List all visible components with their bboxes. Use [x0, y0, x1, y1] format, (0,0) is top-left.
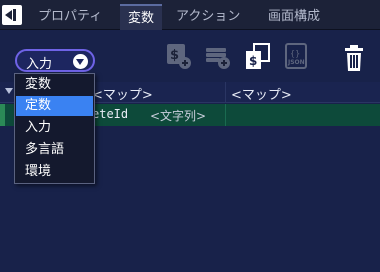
- tab-variables[interactable]: 変数: [120, 4, 163, 30]
- svg-text:$: $: [170, 48, 179, 63]
- expand-icon[interactable]: [5, 88, 13, 94]
- column-header-value: <マップ>: [231, 88, 292, 103]
- dropdown-option-constants[interactable]: 定数: [16, 96, 93, 116]
- tab-actions[interactable]: アクション: [168, 4, 248, 30]
- trash-icon[interactable]: [343, 44, 367, 72]
- variable-mode-dropdown: 変数 定数 入力 多言語 環境: [14, 73, 95, 184]
- add-variable-icon[interactable]: $: [166, 42, 192, 70]
- row-marker: [0, 104, 5, 126]
- tab-properties[interactable]: プロパティ: [30, 4, 110, 30]
- collapse-panel-icon[interactable]: [2, 5, 22, 25]
- svg-text:{}: {}: [290, 49, 300, 58]
- dropdown-option-input[interactable]: 入力: [16, 118, 93, 138]
- tab-screen-structure[interactable]: 画面構成: [260, 4, 328, 30]
- json-icon[interactable]: {} JSON: [284, 42, 310, 70]
- svg-text:JSON: JSON: [287, 59, 305, 66]
- column-divider[interactable]: [225, 82, 226, 103]
- variable-mode-value: 入力: [26, 57, 53, 72]
- row-divider: [225, 104, 226, 126]
- tab-bar: プロパティ 変数 アクション 画面構成: [0, 0, 380, 30]
- variable-type-cell: <文字列>: [150, 109, 207, 123]
- dropdown-option-variables[interactable]: 変数: [16, 75, 93, 95]
- dropdown-option-environment[interactable]: 環境: [16, 162, 93, 182]
- chevron-down-icon[interactable]: [73, 54, 88, 69]
- svg-text:$: $: [249, 54, 257, 68]
- column-header-key: <マップ>: [92, 88, 153, 103]
- variable-id-cell: eteId: [92, 107, 129, 121]
- dropdown-option-multilingual[interactable]: 多言語: [16, 140, 93, 160]
- copy-variable-icon[interactable]: $: [243, 42, 271, 72]
- add-data-icon[interactable]: [205, 42, 231, 70]
- variable-mode-select[interactable]: 入力: [15, 49, 95, 72]
